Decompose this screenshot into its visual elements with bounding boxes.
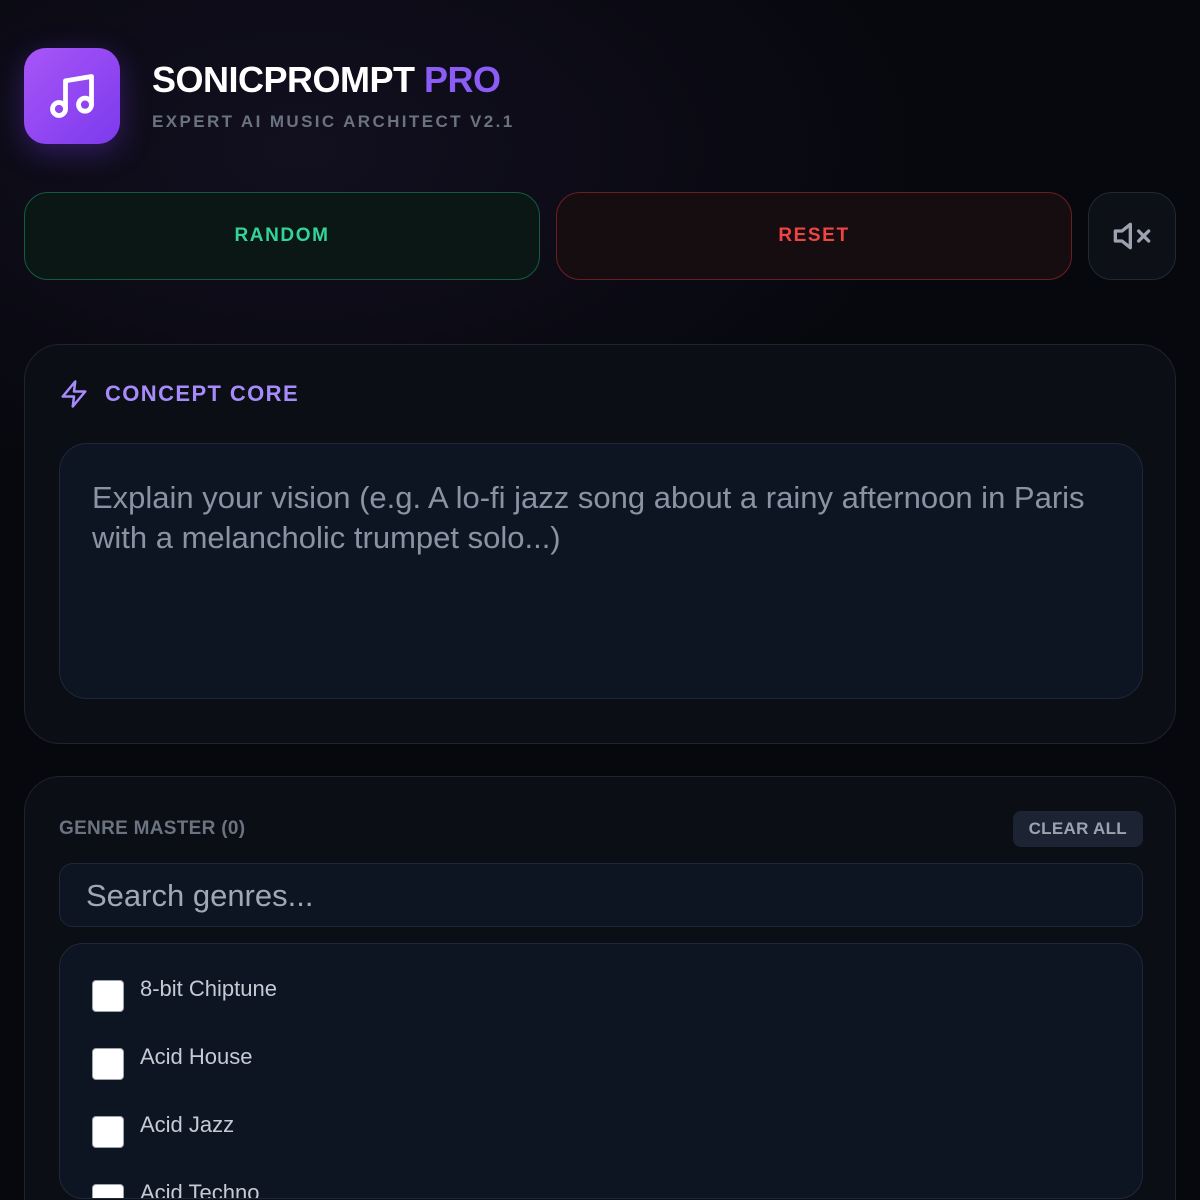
vision-textarea[interactable]: Explain your vision (e.g. A lo-fi jazz s…: [59, 443, 1143, 699]
speaker-mute-icon: [1113, 222, 1151, 250]
genre-list-item[interactable]: Acid House: [92, 1044, 253, 1084]
genre-label: Acid House: [140, 1044, 253, 1069]
app-logo: [24, 48, 120, 144]
genre-label: Acid Jazz: [140, 1112, 235, 1137]
clear-all-button[interactable]: CLEAR ALL: [1012, 811, 1143, 847]
genre-master-title: GENRE MASTER (0): [59, 818, 246, 839]
genre-checkbox[interactable]: [92, 1184, 124, 1198]
genre-list: 8-bit Chiptune Acid House Acid Jazz Acid…: [59, 943, 1143, 1199]
concept-core-card: CONCEPT CORE Explain your vision (e.g. A…: [24, 344, 1176, 744]
genre-label: Acid Techno: [140, 1180, 260, 1199]
genre-checkbox[interactable]: [92, 1048, 124, 1080]
genre-search-input[interactable]: Search genres...: [59, 863, 1143, 927]
mute-button[interactable]: [1088, 192, 1176, 280]
app-title: SONICPROMPT PRO: [152, 59, 501, 100]
genre-checkbox[interactable]: [92, 1116, 124, 1148]
music-note-icon: [50, 74, 94, 118]
lightning-icon: [61, 380, 87, 408]
reset-button[interactable]: RESET: [556, 192, 1072, 280]
concept-core-title: CONCEPT CORE: [105, 381, 300, 406]
genre-list-item[interactable]: 8-bit Chiptune: [92, 976, 277, 1016]
random-button[interactable]: RANDOM: [24, 192, 540, 280]
genre-master-card: GENRE MASTER (0) CLEAR ALL Search genres…: [24, 776, 1176, 1200]
app-subtitle: EXPERT AI MUSIC ARCHITECT V2.1: [152, 112, 515, 131]
app-header: SONICPROMPT PRO EXPERT AI MUSIC ARCHITEC…: [24, 48, 515, 144]
genre-list-item[interactable]: Acid Jazz: [92, 1112, 234, 1152]
genre-list-item[interactable]: Acid Techno: [92, 1180, 260, 1199]
genre-label: 8-bit Chiptune: [140, 976, 277, 1001]
action-bar: RANDOM RESET: [24, 192, 1176, 280]
genre-checkbox[interactable]: [92, 980, 124, 1012]
